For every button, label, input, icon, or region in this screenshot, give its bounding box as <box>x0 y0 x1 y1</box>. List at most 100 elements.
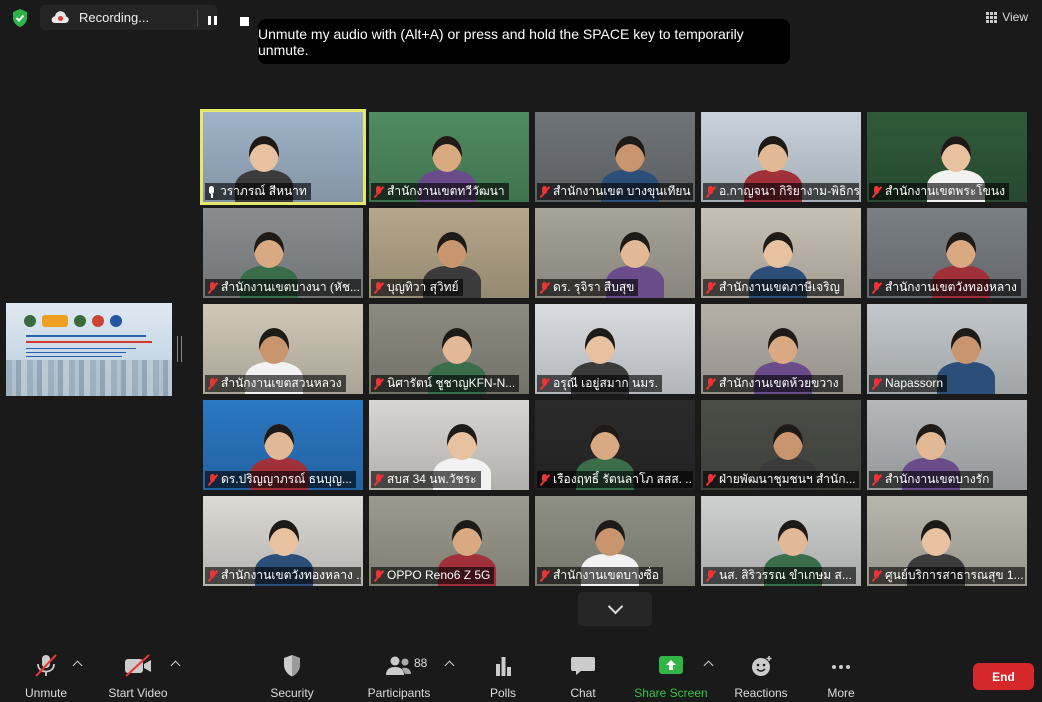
chat-button[interactable]: Chat <box>562 642 604 702</box>
chevron-down-icon <box>607 598 623 614</box>
unmute-label: Unmute <box>24 686 68 700</box>
pause-recording-button[interactable] <box>208 16 218 25</box>
view-button[interactable]: View <box>982 6 1032 28</box>
participant-tile[interactable]: สำนักงานเขตภาษีเจริญ <box>701 208 861 298</box>
participant-name: สำนักงานเขต บางขุนเทียน <box>553 184 691 198</box>
participant-name: สำนักงานเขตบางซื่อ <box>553 568 659 582</box>
participant-name-label: อ.กาญจนา กิริยางาม-พิธิกร <box>703 183 859 200</box>
smiley-plus-icon <box>752 656 772 676</box>
participant-name-label: สำนักงานเขตวังทองหลาง ... <box>205 567 361 584</box>
participant-name-label: เรืองฤทธิ์ รัตนลาโภ สสส. ... <box>537 471 693 488</box>
participant-name: นิศารัตน์ ชูชาญKFN-N... <box>387 376 516 390</box>
participant-face <box>778 520 808 556</box>
next-page-button[interactable] <box>578 592 652 626</box>
participant-name: สำนักงานเขตบางนา (หัช... <box>221 280 360 294</box>
participants-options-caret[interactable] <box>444 660 455 671</box>
participant-face <box>620 232 650 268</box>
participant-tile[interactable]: สำนักงานเขตทวีวัฒนา <box>369 112 529 202</box>
participant-tile[interactable]: ดร. รุจิรา สืบสุข <box>535 208 695 298</box>
unmute-hint-tooltip: Unmute my audio with (Alt+A) or press an… <box>258 19 790 64</box>
participant-tile[interactable]: สำนักงานเขตวังทองหลาง ... <box>203 496 363 586</box>
resize-handle[interactable] <box>177 336 182 362</box>
participant-name-label: สำนักงานเขตบางรัก <box>869 471 994 488</box>
participant-name-label: Napassorn <box>869 375 948 392</box>
participant-name-label: ฝ่ายพัฒนาชุมชนฯ สำนัก... <box>703 471 859 488</box>
microphone-muted-icon <box>872 185 881 198</box>
participant-tile[interactable]: สำนักงานเขตบางนา (หัช... <box>203 208 363 298</box>
participant-tile[interactable]: อ.กาญจนา กิริยางาม-พิธิกร <box>701 112 861 202</box>
participant-tile[interactable]: นส. สิริวรรณ ขำเกษม ส... <box>701 496 861 586</box>
participant-name: สำนักงานเขตวังทองหลาง ... <box>221 568 361 582</box>
participant-face <box>437 232 467 268</box>
participant-tile[interactable]: ดร.ปริญญาภรณ์ ธนบุญ... <box>203 400 363 490</box>
participant-name: บุญทิวา สุวิทย์ <box>387 280 459 294</box>
grid-view-icon <box>986 11 998 23</box>
participant-tile[interactable]: สำนักงานเขตพระโขนง <box>867 112 1027 202</box>
microphone-muted-icon <box>540 569 549 582</box>
more-dots-icon <box>832 665 850 669</box>
security-button[interactable]: Security <box>262 642 322 702</box>
participant-name: สำนักงานเขตพระโขนง <box>885 184 1005 198</box>
participant-tile[interactable]: นิศารัตน์ ชูชาญKFN-N... <box>369 304 529 394</box>
participant-name-label: สำนักงานเขตบางนา (หัช... <box>205 279 361 296</box>
microphone-muted-icon <box>540 185 549 198</box>
participant-name-label: นิศารัตน์ ชูชาญKFN-N... <box>371 375 520 392</box>
participant-name: ดร. รุจิรา สืบสุข <box>553 280 635 294</box>
participant-name-label: OPPO Reno6 Z 5G <box>371 567 495 584</box>
start-video-button[interactable]: Start Video <box>104 642 172 702</box>
participant-face <box>951 328 981 364</box>
participant-tile[interactable]: ฝ่ายพัฒนาชุมชนฯ สำนัก... <box>701 400 861 490</box>
end-meeting-button[interactable]: End <box>973 663 1034 690</box>
participants-button[interactable]: Participants <box>362 642 436 702</box>
participant-name-label: ศูนย์บริการสาธารณสุข 1... <box>869 567 1025 584</box>
microphone-muted-icon <box>872 569 881 582</box>
participant-tile[interactable]: บุญทิวา สุวิทย์ <box>369 208 529 298</box>
participant-tile[interactable]: OPPO Reno6 Z 5G <box>369 496 529 586</box>
participant-name: สบส 34 นพ.วัชระ <box>387 472 477 486</box>
unmute-button[interactable]: Unmute <box>18 642 74 702</box>
participant-face <box>758 136 788 172</box>
participant-tile[interactable]: สำนักงานเขตบางซื่อ <box>535 496 695 586</box>
participant-tile[interactable]: อรุณี เอยู่สมาก นมร. <box>535 304 695 394</box>
participant-tile[interactable]: ศูนย์บริการสาธารณสุข 1... <box>867 496 1027 586</box>
microphone-muted-icon <box>706 569 715 582</box>
participant-tile[interactable]: สำนักงานเขตห้วยขวาง <box>701 304 861 394</box>
participant-tile[interactable]: สำนักงานเขต บางขุนเทียน <box>535 112 695 202</box>
participant-face <box>941 136 971 172</box>
participant-name: สำนักงานเขตทวีวัฒนา <box>387 184 505 198</box>
more-label: More <box>827 686 855 700</box>
microphone-muted-icon <box>706 377 715 390</box>
participant-face <box>249 136 279 172</box>
participant-name: อรุณี เอยู่สมาก นมร. <box>553 376 658 390</box>
stop-recording-button[interactable] <box>240 17 249 26</box>
share-screen-button[interactable]: Share Screen <box>634 642 708 702</box>
participant-face <box>585 328 615 364</box>
participant-name-label: บุญทิวา สุวิทย์ <box>371 279 463 296</box>
security-shield-icon[interactable] <box>11 8 29 28</box>
participant-name: ศูนย์บริการสาธารณสุข 1... <box>885 568 1024 582</box>
city-skyline-image <box>6 360 172 396</box>
participant-tile[interactable]: สำนักงานเขตสวนหลวง <box>203 304 363 394</box>
participant-tile[interactable]: Napassorn <box>867 304 1027 394</box>
participant-count: 88 <box>414 656 428 670</box>
participant-tile[interactable]: สบส 34 นพ.วัชระ <box>369 400 529 490</box>
participant-tile[interactable]: สำนักงานเขตวังทองหลาง <box>867 208 1027 298</box>
reactions-button[interactable]: Reactions <box>730 642 792 702</box>
participant-tile[interactable]: เรืองฤทธิ์ รัตนลาโภ สสส. ... <box>535 400 695 490</box>
microphone-muted-icon <box>35 654 57 677</box>
participant-tile[interactable]: สำนักงานเขตบางรัก <box>867 400 1027 490</box>
participant-name-label: สำนักงานเขตทวีวัฒนา <box>371 183 509 200</box>
shared-screen-thumbnail[interactable] <box>6 303 172 396</box>
participant-name: ฝ่ายพัฒนาชุมชนฯ สำนัก... <box>719 472 856 486</box>
event-logos <box>24 315 154 329</box>
participant-name: สำนักงานเขตสวนหลวง <box>221 376 342 390</box>
video-options-caret[interactable] <box>170 660 181 671</box>
participant-name: อ.กาญจนา กิริยางาม-พิธิกร <box>719 184 859 198</box>
participant-name: Napassorn <box>885 376 944 390</box>
polls-button[interactable]: Polls <box>482 642 524 702</box>
audio-options-caret[interactable] <box>72 660 83 671</box>
security-label: Security <box>270 686 314 700</box>
participant-tile[interactable]: วราภรณ์ สีหนาท <box>200 109 366 205</box>
more-button[interactable]: More <box>820 642 862 702</box>
microphone-muted-icon <box>374 569 383 582</box>
